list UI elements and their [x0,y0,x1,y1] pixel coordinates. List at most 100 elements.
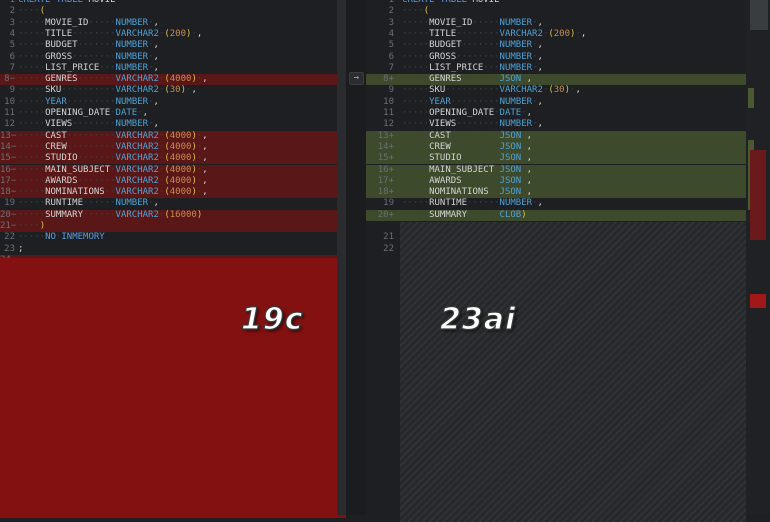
version-label-19c: 19c [240,301,304,337]
right-line-number: 6 [388,51,394,62]
right-code-line[interactable]: 12 ·····VIEWS········NUMBER·, [366,119,746,130]
left-line-number: 17− [0,175,17,186]
right-code-line[interactable]: 14+ ·····CREW·········JSON·, [366,141,746,154]
right-line-number: 9 [388,85,394,96]
right-code-line[interactable]: 17+ ·····AWARDS·······JSON·, [366,175,746,188]
right-code-line[interactable]: 9 ·····SKU··········VARCHAR2·(30)·, [366,85,746,96]
right-code-line[interactable]: 11 ·····OPENING_DATE·DATE·, [366,108,746,119]
right-code-line[interactable]: 10 ·····YEAR·········NUMBER·, [366,97,746,108]
left-line-text: ····( [18,6,46,17]
right-line-number: 18+ [377,187,394,198]
right-code-line[interactable]: 3 ·····MOVIE_ID·····NUMBER·, [366,18,746,29]
left-code-line[interactable]: 10 ·····YEAR·········NUMBER·, [0,97,346,108]
right-code-line[interactable]: 20+ ·····SUMMARY······CLOB) [366,209,746,221]
left-line-number: 3 [9,17,15,28]
right-line-number: 12 [383,119,394,130]
left-line-text: ·····RUNTIME······NUMBER·, [18,198,159,209]
minimap-marker-delete [750,150,766,240]
right-line-text: ·····TITLE········VARCHAR2·(200)·, [402,28,587,39]
right-line-number: 20+ [377,209,394,220]
left-scrollbar[interactable] [337,0,346,515]
left-code-line[interactable]: 2 ····( [0,6,346,17]
right-line-text: ·····SKU··········VARCHAR2·(30)·, [402,85,581,96]
apply-change-arrow-icon[interactable]: → [349,72,364,85]
left-code-line[interactable]: 17− ·····AWARDS·······VARCHAR2·(4000)·, [0,175,346,188]
left-code-line[interactable]: 5 ·····BUDGET·······NUMBER·, [0,40,346,51]
right-line-text: ·····NOMINATIONS··JSON·, [402,187,533,198]
left-line-text: ·····OPENING_DATE·DATE·, [18,108,149,118]
right-line-number: 3 [388,17,394,28]
left-code-line[interactable]: 16− ·····MAIN_SUBJECT·VARCHAR2·(4000)·, [0,164,346,176]
left-line-text: ·····CREW·········VARCHAR2·(4000)·, [18,141,208,152]
left-line-number: 21− [0,221,17,231]
left-line-text: ·····NOMINATIONS··VARCHAR2·(4000)·, [18,187,208,198]
right-code-line[interactable]: 4 ·····TITLE········VARCHAR2·(200)·, [366,29,746,40]
right-line-text: ·····OPENING_DATE·DATE·, [402,108,533,118]
minimap-marker-delete [750,294,766,308]
left-line-number: 20− [0,209,17,220]
right-code-line[interactable]: 13+ ·····CAST·········JSON·, [366,130,746,142]
left-code-line[interactable]: 13− ·····CAST·········VARCHAR2·(4000)·, [0,130,346,142]
right-code-line[interactable]: 7 ·····LIST_PRICE···NUMBER·, [366,63,746,74]
left-line-text: ; [18,243,24,254]
left-line-number: 5 [9,40,15,51]
right-line-number: 10 [383,96,394,107]
right-code-line[interactable]: 5 ·····BUDGET·······NUMBER·, [366,40,746,51]
left-code-line[interactable]: 3 ·····MOVIE_ID·····NUMBER·, [0,18,346,29]
left-code-line[interactable]: 4 ·····TITLE········VARCHAR2·(200)·, [0,29,346,40]
left-line-text: ·····SUMMARY······VARCHAR2·(16000) [18,209,203,220]
left-line-number: 14− [0,141,17,152]
right-line-number: 15+ [377,153,394,164]
right-line-number: 19 [383,198,394,209]
right-line-number: 16+ [377,164,394,175]
right-code-line[interactable]: 18+ ·····NOMINATIONS··JSON·, [366,187,746,199]
diff-minimap[interactable] [746,0,770,515]
left-code-line[interactable]: 21− ····) [0,221,346,233]
left-code-line[interactable]: 18− ·····NOMINATIONS··VARCHAR2·(4000)·, [0,187,346,199]
right-line-text: ·····YEAR·········NUMBER·, [402,96,543,107]
left-line-number: 11 [4,108,15,118]
right-code-line[interactable]: 2 ····( [366,6,746,17]
left-code-line[interactable]: 22 ·····NO·INMEMORY [0,232,346,243]
left-code-line[interactable]: 12 ·····VIEWS········NUMBER·, [0,119,346,130]
right-code-line[interactable]: 8+ ·····GENRES·······JSON·, [366,74,746,86]
version-label-23ai: 23ai [439,301,517,337]
left-code-line[interactable]: 8− ·····GENRES·······VARCHAR2·(4000)·, [0,74,346,86]
right-line-text: ·····VIEWS········NUMBER·, [402,119,543,130]
left-code-line[interactable]: 11 ·····OPENING_DATE·DATE·, [0,108,346,119]
right-empty-hatch-region [400,222,746,522]
right-code-line[interactable]: 15+ ·····STUDIO·······JSON·, [366,153,746,165]
right-code-line[interactable]: 6 ·····GROSS········NUMBER·, [366,52,746,63]
right-line-text: ·····AWARDS·······JSON·, [402,175,533,186]
right-line-number: 22 [383,243,394,254]
right-line-number: 11 [383,108,394,118]
left-line-number: 15− [0,153,17,164]
left-line-text: ·····AWARDS·······VARCHAR2·(4000)·, [18,175,208,186]
left-code-line[interactable]: 7 ·····LIST_PRICE···NUMBER·, [0,63,346,74]
left-code-line[interactable]: 20− ·····SUMMARY······VARCHAR2·(16000) [0,209,346,221]
left-line-text: ·····MOVIE_ID·····NUMBER·, [18,17,159,28]
right-code-line[interactable]: 19 ·····RUNTIME······NUMBER·, [366,198,746,209]
left-line-text: ·····VIEWS········NUMBER·, [18,119,159,130]
right-code-line[interactable]: 16+ ·····MAIN_SUBJECT·JSON·, [366,164,746,176]
right-line-text: ·····SUMMARY······CLOB) [402,209,527,220]
left-line-text: ·····NO·INMEMORY [18,232,105,243]
left-line-number: 2 [9,6,15,17]
right-line-number: 7 [388,62,394,73]
right-line-number: 14+ [377,141,394,152]
left-code-line[interactable]: 14− ·····CREW·········VARCHAR2·(4000)·, [0,141,346,154]
left-line-text: ·····GROSS········NUMBER·, [18,51,159,62]
minimap-marker-add [748,88,754,108]
right-line-text: ·····CAST·········JSON·, [402,130,533,141]
right-line-text: ·····GROSS········NUMBER·, [402,51,543,62]
left-code-line[interactable]: 9 ·····SKU··········VARCHAR2·(30)·, [0,85,346,96]
left-code-line[interactable]: 23; [0,244,346,255]
right-line-text: ·····CREW·········JSON·, [402,141,533,152]
left-line-text: ·····CAST·········VARCHAR2·(4000)·, [18,130,208,141]
left-code-line[interactable]: 15− ·····STUDIO·······VARCHAR2·(4000)·, [0,153,346,165]
left-line-number: 6 [9,51,15,62]
left-code-line[interactable]: 6 ·····GROSS········NUMBER·, [0,52,346,63]
left-code-line[interactable]: 19 ·····RUNTIME······NUMBER·, [0,198,346,209]
left-line-text: ·····SKU··········VARCHAR2·(30)·, [18,85,197,96]
left-line-text: ·····BUDGET·······NUMBER·, [18,40,159,51]
